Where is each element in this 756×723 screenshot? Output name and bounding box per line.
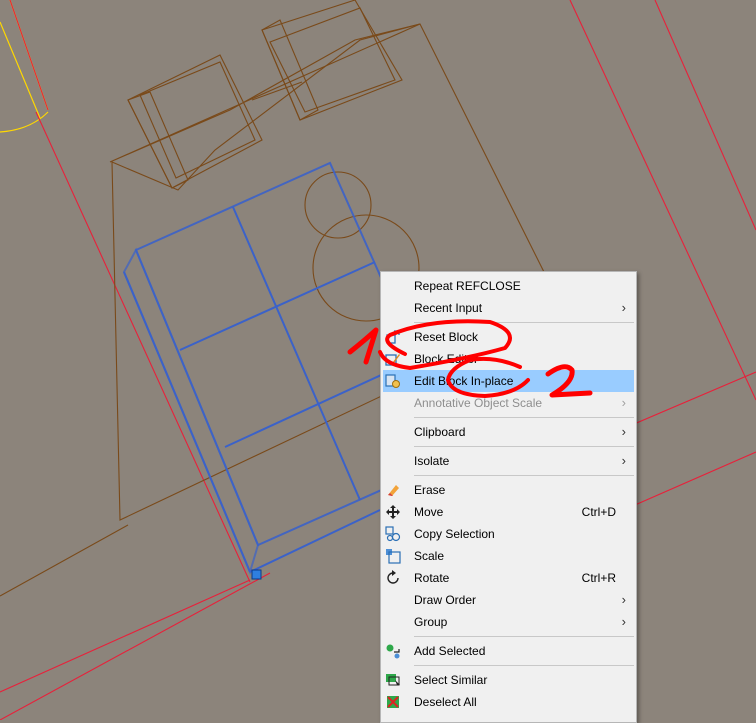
menu-item-label: Isolate	[414, 454, 450, 468]
menu-separator	[414, 322, 634, 323]
menu-item-edit-block-in-place[interactable]: Edit Block In-place	[383, 370, 634, 392]
menu-item-label: Erase	[414, 483, 446, 497]
menu-item-shortcut: Ctrl+D	[581, 505, 616, 519]
block-editor-icon	[385, 351, 401, 367]
menu-separator	[414, 636, 634, 637]
menu-item-annotative-object-scale: Annotative Object Scale ›	[381, 392, 636, 414]
menu-item-draw-order[interactable]: Draw Order ›	[381, 589, 636, 611]
menu-item-label: Scale	[414, 549, 445, 563]
menu-item-label: Block Editor	[414, 352, 479, 366]
add-selected-icon	[385, 643, 401, 659]
rotate-icon	[385, 570, 401, 586]
drawing-canvas[interactable]	[0, 0, 756, 720]
menu-item-copy-selection[interactable]: Copy Selection	[381, 523, 636, 545]
menu-item-label: Add Selected	[414, 644, 486, 658]
menu-item-group[interactable]: Group ›	[381, 611, 636, 633]
context-menu: Repeat REFCLOSE Recent Input › Reset Block B…	[380, 271, 637, 723]
menu-item-label: Deselect All	[414, 695, 477, 709]
menu-item-label: Reset Block	[414, 330, 479, 344]
menu-item-label: Rotate	[414, 571, 450, 585]
menu-item-label: Select Similar	[414, 673, 488, 687]
submenu-arrow-icon: ›	[621, 453, 626, 468]
submenu-arrow-icon: ›	[621, 592, 626, 607]
submenu-arrow-icon: ›	[621, 300, 626, 315]
submenu-arrow-icon: ›	[621, 424, 626, 439]
menu-item-add-selected[interactable]: Add Selected	[381, 640, 636, 662]
submenu-arrow-icon: ›	[621, 614, 626, 629]
menu-item-block-editor[interactable]: Block Editor	[381, 348, 636, 370]
menu-item-label: Draw Order	[414, 593, 477, 607]
menu-separator	[414, 446, 634, 447]
menu-item-recent-input[interactable]: Recent Input ›	[381, 297, 636, 319]
menu-item-clipboard[interactable]: Clipboard ›	[381, 421, 636, 443]
block-grip[interactable]	[251, 569, 262, 580]
menu-item-erase[interactable]: Erase	[381, 479, 636, 501]
menu-separator	[414, 475, 634, 476]
menu-item-label: Edit Block In-place	[414, 374, 514, 388]
menu-separator	[414, 665, 634, 666]
menu-item-label: Repeat REFCLOSE	[414, 279, 521, 293]
menu-item-move[interactable]: Move Ctrl+D	[381, 501, 636, 523]
menu-item-label: Clipboard	[414, 425, 466, 439]
menu-item-repeat-refclose[interactable]: Repeat REFCLOSE	[381, 275, 636, 297]
select-similar-icon	[385, 672, 401, 688]
submenu-arrow-icon: ›	[621, 395, 626, 410]
menu-item-reset-block[interactable]: Reset Block	[381, 326, 636, 348]
menu-item-rotate[interactable]: Rotate Ctrl+R	[381, 567, 636, 589]
menu-item-label: Copy Selection	[414, 527, 495, 541]
menu-item-shortcut: Ctrl+R	[581, 571, 616, 585]
menu-item-isolate[interactable]: Isolate ›	[381, 450, 636, 472]
menu-item-scale[interactable]: Scale	[381, 545, 636, 567]
menu-separator	[414, 417, 634, 418]
menu-item-deselect-all[interactable]: Deselect All	[381, 691, 636, 713]
canvas-background	[0, 0, 756, 720]
menu-item-label: Group	[414, 615, 448, 629]
scale-icon	[385, 548, 401, 564]
deselect-all-icon	[385, 694, 401, 710]
eraser-icon	[385, 482, 401, 498]
menu-item-label: Move	[414, 505, 444, 519]
copy-selection-icon	[385, 526, 401, 542]
reset-block-icon	[385, 329, 401, 345]
menu-item-label: Recent Input	[414, 301, 483, 315]
edit-block-in-place-icon	[385, 373, 401, 389]
menu-item-label: Annotative Object Scale	[414, 396, 543, 410]
menu-item-select-similar[interactable]: Select Similar	[381, 669, 636, 691]
move-arrows-icon	[385, 504, 401, 520]
